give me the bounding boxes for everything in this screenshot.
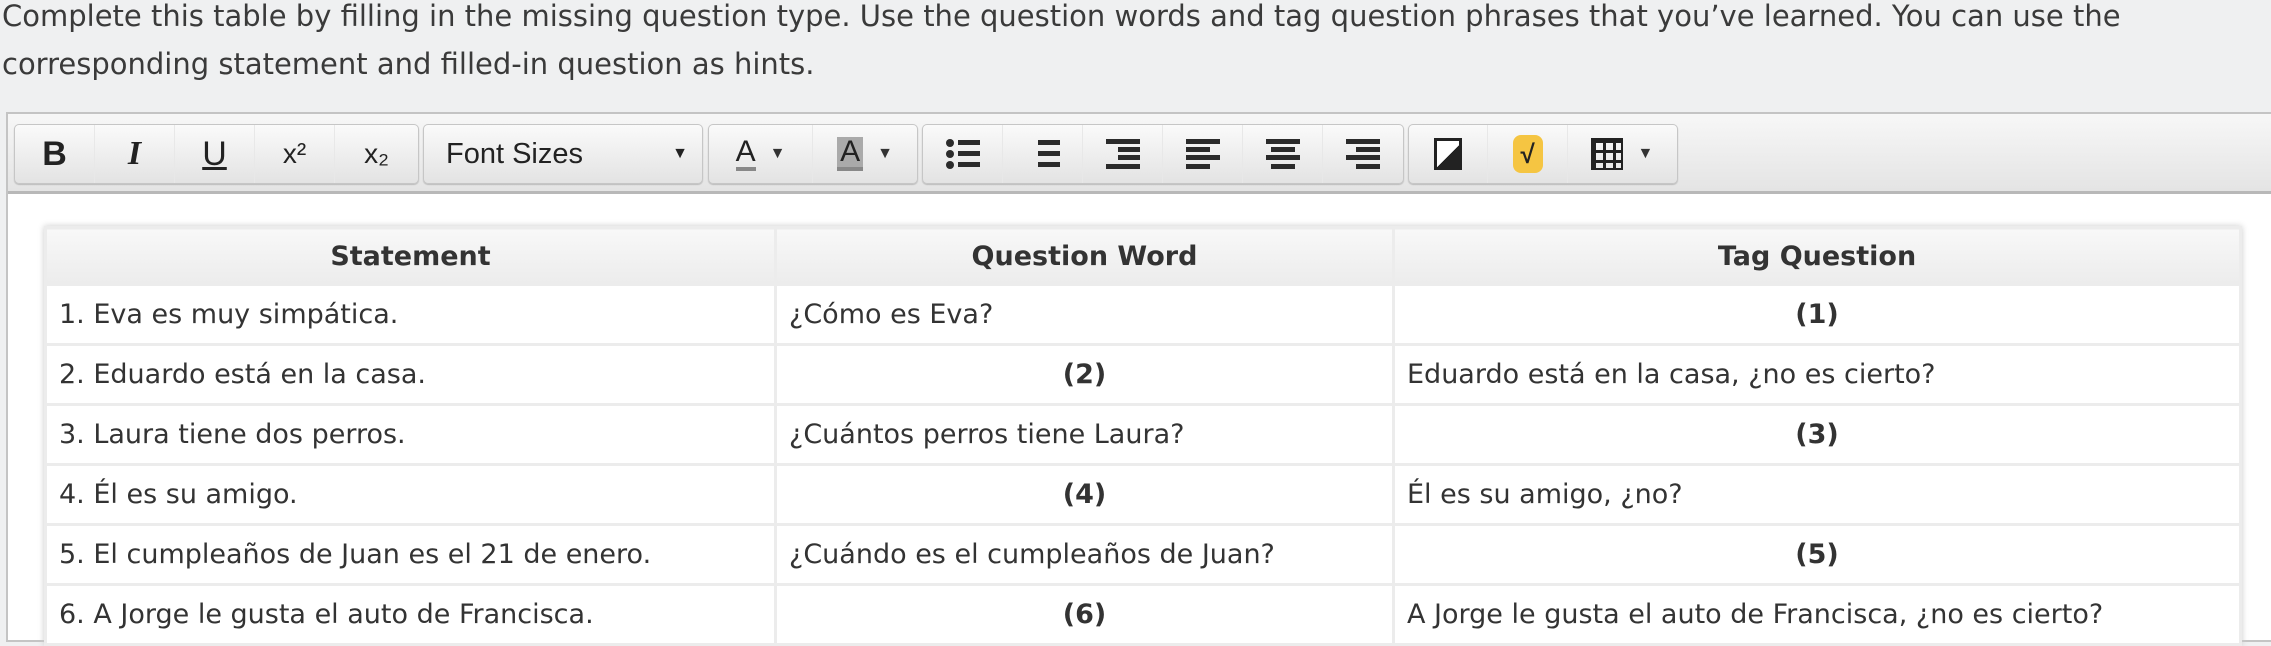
table-cell[interactable]: A Jorge le gusta el auto de Francisca, ¿… <box>1392 583 2242 646</box>
table-cell[interactable]: 6. A Jorge le gusta el auto de Francisca… <box>44 583 777 646</box>
insert-math-button[interactable]: √ <box>1488 125 1568 183</box>
table-cell[interactable]: 3. Laura tiene dos perros. <box>44 403 777 466</box>
table-icon <box>1591 138 1624 170</box>
chevron-down-icon: ▼ <box>1637 145 1654 162</box>
chevron-down-icon: ▼ <box>877 145 893 162</box>
align-right-button[interactable] <box>1323 125 1403 183</box>
superscript-button[interactable]: x² <box>255 125 335 183</box>
table-cell[interactable]: (1) <box>1392 283 2242 346</box>
italic-button[interactable]: I <box>95 125 175 183</box>
table-cell[interactable]: Eduardo está en la casa, ¿no es cierto? <box>1392 343 2242 406</box>
bold-button[interactable]: B <box>15 125 95 183</box>
bullet-list-button[interactable] <box>923 125 1003 183</box>
highlight-color-icon: A <box>837 137 864 171</box>
table-cell[interactable]: 2. Eduardo está en la casa. <box>44 343 777 406</box>
table-row: 5. El cumpleaños de Juan es el 21 de ene… <box>44 523 2242 586</box>
table-cell[interactable]: (6) <box>774 583 1395 646</box>
align-right-icon <box>1346 139 1380 169</box>
table-cell[interactable]: ¿Cómo es Eva? <box>774 283 1395 346</box>
align-left-icon <box>1185 139 1220 169</box>
table-cell[interactable]: (4) <box>774 463 1395 526</box>
image-icon <box>1434 138 1463 170</box>
table-row: 4. Él es su amigo. (4) Él es su amigo, ¿no… <box>44 463 2242 526</box>
insert-table-button[interactable]: ▼ <box>1568 125 1677 183</box>
table-row: 6. A Jorge le gusta el auto de Francisca… <box>44 583 2242 646</box>
table-cell[interactable]: (2) <box>774 343 1395 406</box>
table-row: 1. Eva es muy simpática. ¿Cómo es Eva? (1) <box>44 283 2242 346</box>
numbered-list-icon <box>1026 139 1060 169</box>
align-center-button[interactable] <box>1243 125 1323 183</box>
font-color-icon: A <box>735 137 756 171</box>
font-sizes-dropdown[interactable]: Font Sizes ▼ <box>423 124 703 184</box>
table-cell[interactable]: 4. Él es su amigo. <box>44 463 777 526</box>
table-row: 3. Laura tiene dos perros. ¿Cuántos perro… <box>44 403 2242 466</box>
font-color-button[interactable]: A ▼ <box>709 125 813 183</box>
table-header-row: Statement Question Word Tag Question <box>44 226 2242 286</box>
indent-button[interactable] <box>1083 125 1163 183</box>
chevron-down-icon: ▼ <box>672 145 688 162</box>
background-color-button[interactable]: A ▼ <box>813 125 917 183</box>
editor-toolbar: B I U x² x₂ Font Sizes ▼ A ▼ A ▼ √ ▼ <box>8 114 2271 194</box>
table-cell[interactable]: ¿Cuándo es el cumpleaños de Juan? <box>774 523 1395 586</box>
paragraph-group <box>922 124 1404 184</box>
table-cell[interactable]: (5) <box>1392 523 2242 586</box>
insert-image-button[interactable] <box>1409 125 1489 183</box>
instructions: Complete this table by filling in the mi… <box>2 0 2121 81</box>
table-cell[interactable]: ¿Cuántos perros tiene Laura? <box>774 403 1395 466</box>
font-sizes-label: Font Sizes <box>446 137 583 170</box>
format-group: B I U x² x₂ <box>14 124 419 184</box>
column-header: Question Word <box>774 226 1395 286</box>
subscript-button[interactable]: x₂ <box>335 125 418 183</box>
question-table[interactable]: Statement Question Word Tag Question 1. … <box>44 226 2242 646</box>
align-left-button[interactable] <box>1163 125 1243 183</box>
color-group: A ▼ A ▼ <box>708 124 918 184</box>
insert-group: √ ▼ <box>1408 124 1678 184</box>
underline-button[interactable]: U <box>175 125 255 183</box>
numbered-list-button[interactable] <box>1003 125 1083 183</box>
align-center-icon <box>1265 139 1300 169</box>
table-cell[interactable]: Él es su amigo, ¿no? <box>1392 463 2242 526</box>
table-cell[interactable]: (3) <box>1392 403 2242 466</box>
bullet-list-icon <box>945 139 980 169</box>
indent-icon <box>1105 139 1140 169</box>
column-header: Statement <box>44 226 777 286</box>
square-root-icon: √ <box>1512 135 1543 173</box>
table-cell[interactable]: 1. Eva es muy simpática. <box>44 283 777 346</box>
table-cell[interactable]: 5. El cumpleaños de Juan es el 21 de ene… <box>44 523 777 586</box>
chevron-down-icon: ▼ <box>769 145 786 162</box>
rich-text-editor[interactable]: B I U x² x₂ Font Sizes ▼ A ▼ A ▼ √ ▼ Sta… <box>6 112 2271 646</box>
table-row: 2. Eduardo está en la casa. (2) Eduardo es… <box>44 343 2242 406</box>
column-header: Tag Question <box>1392 226 2242 286</box>
